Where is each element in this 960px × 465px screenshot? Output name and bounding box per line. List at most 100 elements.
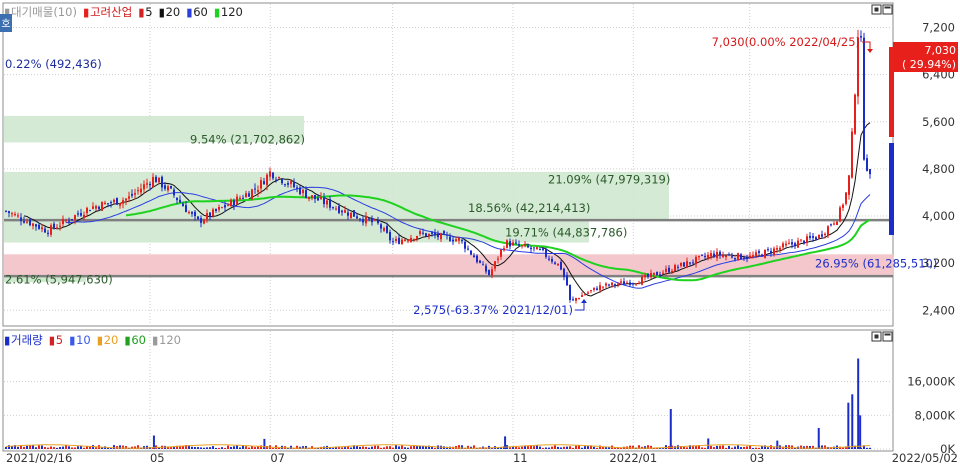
candle-body [242,197,244,199]
maximize-icon[interactable] [882,4,893,15]
candle-body [329,198,331,208]
volume-bar [359,446,361,449]
volume-bar [32,445,34,449]
volume-bar [533,446,535,449]
candle-body [827,226,829,236]
volume-bar [536,445,538,449]
date-tick-label: 07 [270,451,285,465]
candle-body [368,218,370,220]
candle-body [458,237,460,241]
candle-body [383,228,385,231]
candle-body [233,200,235,206]
candle-body [686,261,688,268]
candle-body [806,236,808,243]
candle-body [425,233,427,237]
volume-bar [62,446,64,449]
candle-body [65,220,67,222]
candle-body [767,249,769,251]
price-tick-label: 4,000 [922,209,955,223]
candle-body [5,210,7,212]
volume-bar [416,446,418,449]
candle-body [371,218,373,223]
candle-body [308,196,310,199]
candle-body [299,187,301,195]
candle-body [152,176,154,188]
candle-body [869,168,871,175]
volume-bar [587,445,589,449]
candle-body [20,217,22,221]
price-legend: ▮ 대기매물(10) ▮ 고려산업 ▮ 5 ▮ 20 ▮ 60 ▮ 120 [4,5,243,19]
candle-body [659,274,661,276]
volume-bar [17,446,19,449]
candle-body [218,207,220,210]
maximize-icon[interactable] [882,331,893,342]
candle-body [170,186,172,189]
volume-bar [704,447,706,449]
candle-body [98,206,100,210]
candle-body [680,262,682,266]
candle-body [362,219,364,223]
volume-bar [209,447,211,449]
candle-body [779,247,781,250]
candle-body [386,225,388,233]
candle-body [581,295,583,297]
price-panel-frame [2,2,894,327]
candle-body [221,207,223,209]
date-axis-labels: 2021/02/16 05 07 09 11 2022/01 03 2022/05/02 [6,451,958,465]
candle-body [605,283,607,286]
date-tick-label: 11 [513,451,528,465]
candle-body [650,272,652,278]
volume-spike-bar [263,438,266,449]
candle-body [539,249,541,251]
candle-body [443,231,445,234]
candle-body [530,247,532,250]
candle-body [281,178,283,184]
volume-bar [212,446,214,449]
candle-body [845,192,847,204]
candle-body [77,213,79,215]
candle-body [176,197,178,201]
candle-body [32,223,34,226]
candle-body [215,208,217,211]
candle-body [470,250,472,255]
price-range-bar-down [889,143,894,235]
volume-bar [23,446,25,449]
price-tick-label: 3,200 [922,256,955,270]
volume-bar [722,445,724,449]
volume-bar [869,447,871,449]
current-price-change: ( 29.94%) [902,58,956,71]
candle-body [812,236,814,238]
candle-body [488,270,490,276]
candle-body [374,219,376,221]
candle-body [137,190,139,192]
candle-body [110,202,112,204]
volume-bar [203,447,205,449]
candle-body [26,221,28,223]
candle-body [164,185,166,189]
candle-body [590,290,592,292]
legend-label: 60 [131,333,146,347]
candle-body [404,239,406,241]
date-tick-label: 05 [150,451,165,465]
volume-spike-bar [859,415,862,449]
candle-body [185,205,187,213]
candle-body [467,248,469,250]
candle-body [788,242,790,244]
legend-marker: ▮ [83,5,89,19]
volume-bar [842,447,844,449]
price-tick-label: 4,800 [922,162,955,176]
candle-body [203,220,205,224]
candle-body [866,158,868,171]
price-range-bar-up [889,47,894,137]
volume-bar [374,445,376,449]
volume-bar [221,447,223,449]
volume-bar [572,447,574,449]
volume-spike-bar [857,358,860,449]
candle-body [719,251,721,256]
candle-body [350,212,352,218]
legend-marker: ▮ [152,333,158,347]
candle-body [269,171,271,177]
high-annotation: 7,030(0.00% 2022/04/25) [712,35,860,49]
candle-body [707,254,709,258]
candle-body [671,270,673,272]
